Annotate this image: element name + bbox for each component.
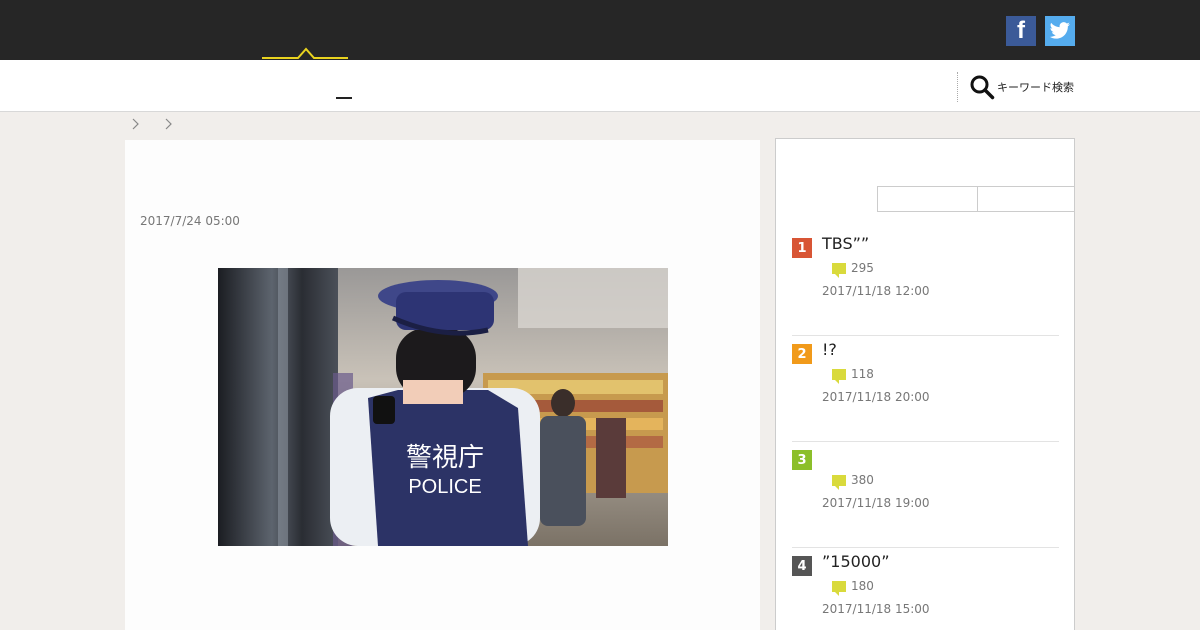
tab-ranking-3[interactable] (977, 186, 1074, 212)
police-badge-text: POLICE (408, 476, 481, 498)
ranking-item[interactable]: 3 380 2017/11/18 19:00 (792, 442, 1059, 548)
comment-count-value: 380 (851, 473, 874, 487)
rank-badge: 2 (792, 344, 812, 364)
top-header: f (0, 0, 1200, 60)
rank-timestamp: 2017/11/18 12:00 (822, 284, 930, 298)
rank-timestamp: 2017/11/18 15:00 (822, 602, 930, 616)
rank-timestamp: 2017/11/18 19:00 (822, 496, 930, 510)
breadcrumb-chevron-icon (165, 118, 172, 130)
comment-icon (832, 368, 846, 384)
ranking-item[interactable]: 2 !? 118 2017/11/18 20:00 (792, 336, 1059, 442)
tab-ranking-1[interactable] (776, 186, 877, 212)
comment-icon (832, 262, 846, 278)
rank-badge: 1 (792, 238, 812, 258)
nav-bar: キーワード検索 (0, 60, 1200, 112)
comment-count-value: 295 (851, 261, 874, 275)
tab-ranking-2[interactable] (877, 186, 977, 212)
search-label: キーワード検索 (997, 81, 1074, 94)
rank-title[interactable]: TBS”” (822, 234, 869, 253)
ranking-item[interactable]: 1 TBS”” 295 2017/11/18 12:00 (792, 230, 1059, 336)
rank-timestamp: 2017/11/18 20:00 (822, 390, 930, 404)
comment-icon (832, 580, 846, 596)
article-photo[interactable]: 警視庁 POLICE (218, 268, 668, 546)
twitter-icon[interactable] (1045, 16, 1075, 46)
police-badge-kanji: 警視庁 (406, 443, 484, 473)
ranking-item[interactable]: 4 ”15000” 180 2017/11/18 15:00 (792, 548, 1059, 630)
nav-active-indicator (336, 97, 352, 99)
article-card: 2017/7/24 05:00 警視庁 POLICE (125, 140, 760, 630)
ranking-tabs (776, 186, 1074, 212)
comment-count-value: 180 (851, 579, 874, 593)
rank-badge: 4 (792, 556, 812, 576)
comment-count: 118 (832, 367, 874, 384)
rank-badge: 3 (792, 450, 812, 470)
comment-count: 180 (832, 579, 874, 596)
search-icon (970, 75, 995, 100)
comment-count-value: 118 (851, 367, 874, 381)
rank-title[interactable]: !? (822, 340, 837, 359)
rank-title[interactable]: ”15000” (822, 552, 889, 571)
comment-count: 380 (832, 473, 874, 490)
comment-icon (832, 474, 846, 490)
article-date: 2017/7/24 05:00 (140, 214, 240, 228)
comment-count: 295 (832, 261, 874, 278)
ranking-sidebar: 1 TBS”” 295 2017/11/18 12:00 2 !? 118 20… (775, 138, 1075, 630)
facebook-icon[interactable]: f (1006, 16, 1036, 46)
site-logo[interactable] (262, 44, 348, 60)
search-button[interactable]: キーワード検索 (969, 74, 1074, 100)
breadcrumb-chevron-icon (132, 118, 139, 130)
search-divider (957, 72, 958, 102)
